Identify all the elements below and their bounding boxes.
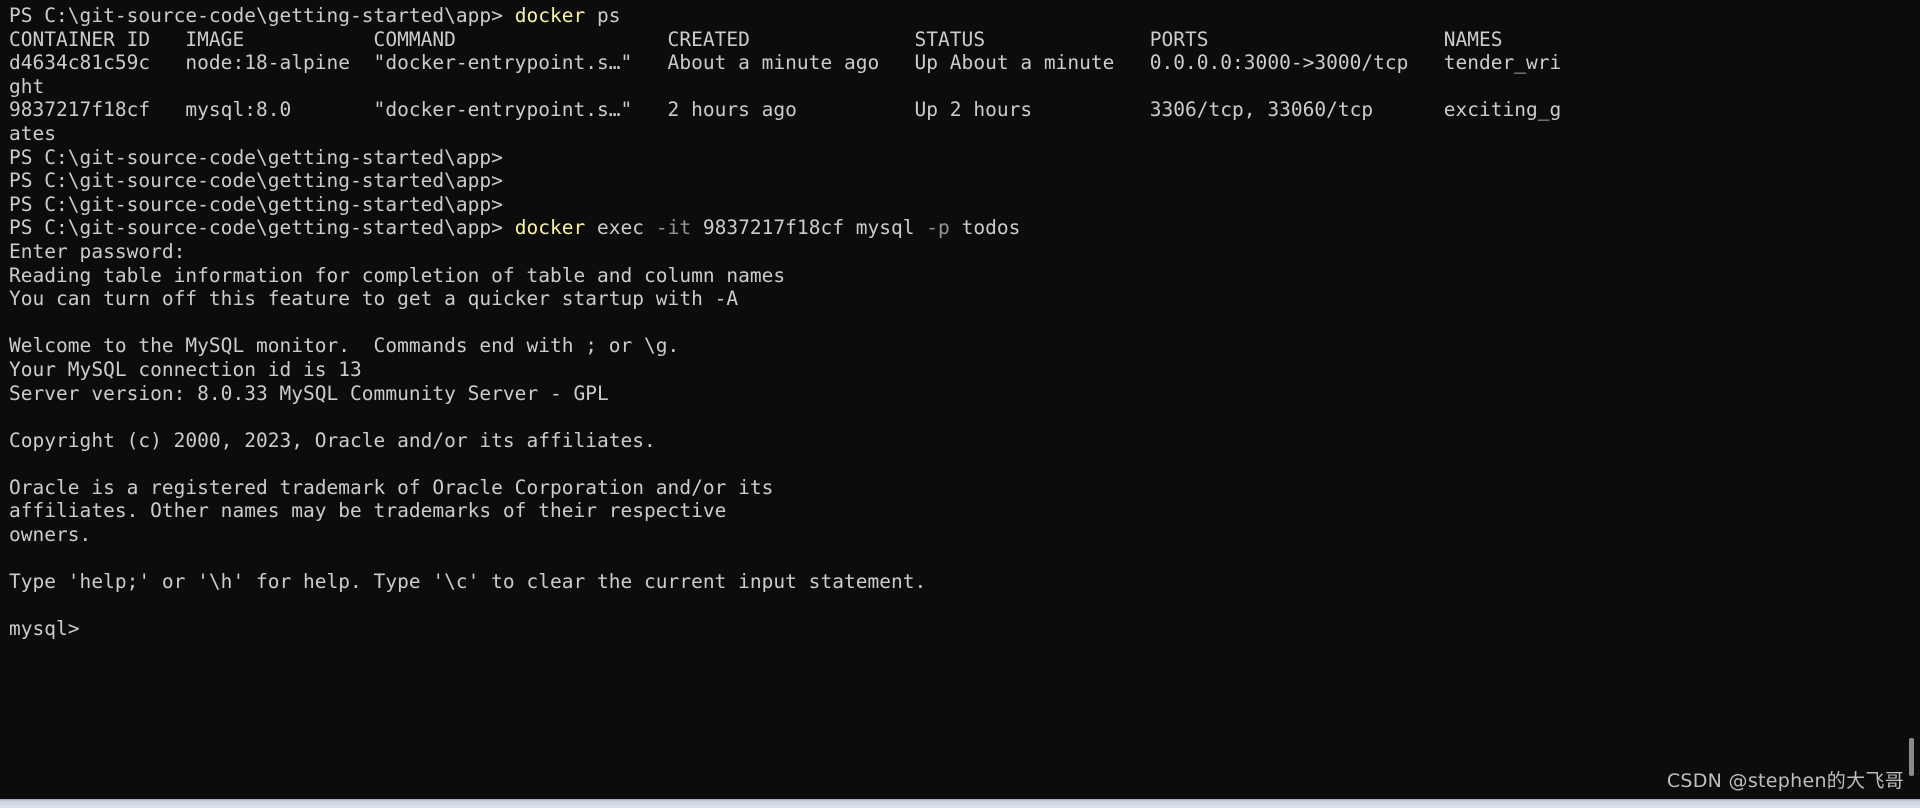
line-10-prompt-docker-exec-seg-4: 9837217f18cf mysql bbox=[691, 216, 927, 240]
line-26-blank bbox=[9, 594, 1920, 618]
csdn-watermark: CSDN @stephen的大飞哥 bbox=[1666, 770, 1904, 792]
line-03-ps-row-1-seg-0: d4634c81c59c node:18-alpine "docker-entr… bbox=[9, 51, 1562, 75]
line-10-prompt-docker-exec-seg-6: todos bbox=[949, 216, 1021, 240]
line-23-trademark-3-seg-0: owners. bbox=[9, 523, 92, 547]
line-17-server-version-seg-0: Server version: 8.0.33 MySQL Community S… bbox=[9, 381, 609, 405]
line-10-prompt-docker-exec-seg-0: PS C:\git-source-code\getting-started\ap… bbox=[9, 216, 515, 240]
line-09-empty-prompt-3-seg-0: PS C:\git-source-code\getting-started\ap… bbox=[9, 192, 503, 216]
line-10-prompt-docker-exec-seg-5: -p bbox=[926, 216, 950, 240]
line-13-turn-off-feature: You can turn off this feature to get a q… bbox=[9, 287, 1920, 311]
line-10-prompt-docker-exec: PS C:\git-source-code\getting-started\ap… bbox=[9, 216, 1920, 240]
line-12-reading-table-info: Reading table information for completion… bbox=[9, 264, 1920, 288]
line-09-empty-prompt-3: PS C:\git-source-code\getting-started\ap… bbox=[9, 193, 1920, 217]
line-01-prompt-docker-ps-seg-0: PS C:\git-source-code\getting-started\ap… bbox=[9, 4, 515, 27]
line-05-ps-row-2: 9837217f18cf mysql:8.0 "docker-entrypoin… bbox=[9, 98, 1920, 122]
line-11-enter-password: Enter password: bbox=[9, 240, 1920, 264]
line-11-enter-password-seg-0: Enter password: bbox=[9, 239, 186, 263]
line-07-empty-prompt-1: PS C:\git-source-code\getting-started\ap… bbox=[9, 146, 1920, 170]
line-15-welcome-seg-0: Welcome to the MySQL monitor. Commands e… bbox=[9, 334, 680, 358]
line-01-prompt-docker-ps-seg-1: docker bbox=[514, 4, 586, 27]
line-22-trademark-2: affiliates. Other names may be trademark… bbox=[9, 499, 1920, 523]
line-21-trademark-1-seg-0: Oracle is a registered trademark of Orac… bbox=[9, 475, 774, 499]
line-03-ps-row-1: d4634c81c59c node:18-alpine "docker-entr… bbox=[9, 51, 1920, 75]
line-23-trademark-3: owners. bbox=[9, 523, 1920, 547]
line-04-ps-row-1-wrap: ght bbox=[9, 75, 1920, 99]
line-05-ps-row-2-seg-0: 9837217f18cf mysql:8.0 "docker-entrypoin… bbox=[9, 98, 1562, 122]
line-16-connection-id: Your MySQL connection id is 13 bbox=[9, 358, 1920, 382]
line-04-ps-row-1-wrap-seg-0: ght bbox=[9, 74, 45, 98]
line-10-prompt-docker-exec-seg-2: exec bbox=[585, 216, 656, 240]
line-24-blank bbox=[9, 547, 1920, 571]
line-20-blank bbox=[9, 452, 1920, 476]
line-27-mysql-prompt-seg-0: mysql> bbox=[9, 617, 80, 641]
line-01-prompt-docker-ps: PS C:\git-source-code\getting-started\ap… bbox=[9, 4, 1920, 28]
terminal-console[interactable]: PS C:\git-source-code\getting-started\ap… bbox=[0, 0, 1920, 799]
line-14-blank bbox=[9, 311, 1920, 335]
line-17-server-version: Server version: 8.0.33 MySQL Community S… bbox=[9, 382, 1920, 406]
line-02-ps-table-header: CONTAINER ID IMAGE COMMAND CREATED STATU… bbox=[9, 28, 1920, 52]
line-06-ps-row-2-wrap: ates bbox=[9, 122, 1920, 146]
line-10-prompt-docker-exec-seg-1: docker bbox=[514, 216, 586, 240]
vertical-scrollbar[interactable] bbox=[1903, 0, 1920, 799]
line-18-blank bbox=[9, 405, 1920, 429]
line-01-prompt-docker-ps-seg-2: ps bbox=[585, 4, 621, 27]
line-07-empty-prompt-1-seg-0: PS C:\git-source-code\getting-started\ap… bbox=[9, 145, 503, 169]
line-10-prompt-docker-exec-seg-3: -it bbox=[655, 216, 692, 240]
console-output[interactable]: PS C:\git-source-code\getting-started\ap… bbox=[9, 4, 1920, 641]
line-25-help-hint-seg-0: Type 'help;' or '\h' for help. Type '\c'… bbox=[9, 570, 927, 594]
scrollbar-thumb[interactable] bbox=[1909, 738, 1914, 776]
line-19-copyright: Copyright (c) 2000, 2023, Oracle and/or … bbox=[9, 429, 1920, 453]
line-08-empty-prompt-2-seg-0: PS C:\git-source-code\getting-started\ap… bbox=[9, 169, 503, 193]
line-22-trademark-2-seg-0: affiliates. Other names may be trademark… bbox=[9, 499, 727, 523]
line-21-trademark-1: Oracle is a registered trademark of Orac… bbox=[9, 476, 1920, 500]
line-06-ps-row-2-wrap-seg-0: ates bbox=[9, 121, 57, 145]
line-13-turn-off-feature-seg-0: You can turn off this feature to get a q… bbox=[9, 287, 739, 311]
line-02-ps-table-header-seg-0: CONTAINER ID IMAGE COMMAND CREATED STATU… bbox=[9, 27, 1503, 51]
bottom-edge-bar bbox=[0, 799, 1920, 808]
line-16-connection-id-seg-0: Your MySQL connection id is 13 bbox=[9, 357, 362, 381]
line-08-empty-prompt-2: PS C:\git-source-code\getting-started\ap… bbox=[9, 169, 1920, 193]
line-15-welcome: Welcome to the MySQL monitor. Commands e… bbox=[9, 334, 1920, 358]
line-27-mysql-prompt: mysql> bbox=[9, 617, 1920, 641]
line-25-help-hint: Type 'help;' or '\h' for help. Type '\c'… bbox=[9, 570, 1920, 594]
line-12-reading-table-info-seg-0: Reading table information for completion… bbox=[9, 263, 786, 287]
line-19-copyright-seg-0: Copyright (c) 2000, 2023, Oracle and/or … bbox=[9, 428, 656, 452]
